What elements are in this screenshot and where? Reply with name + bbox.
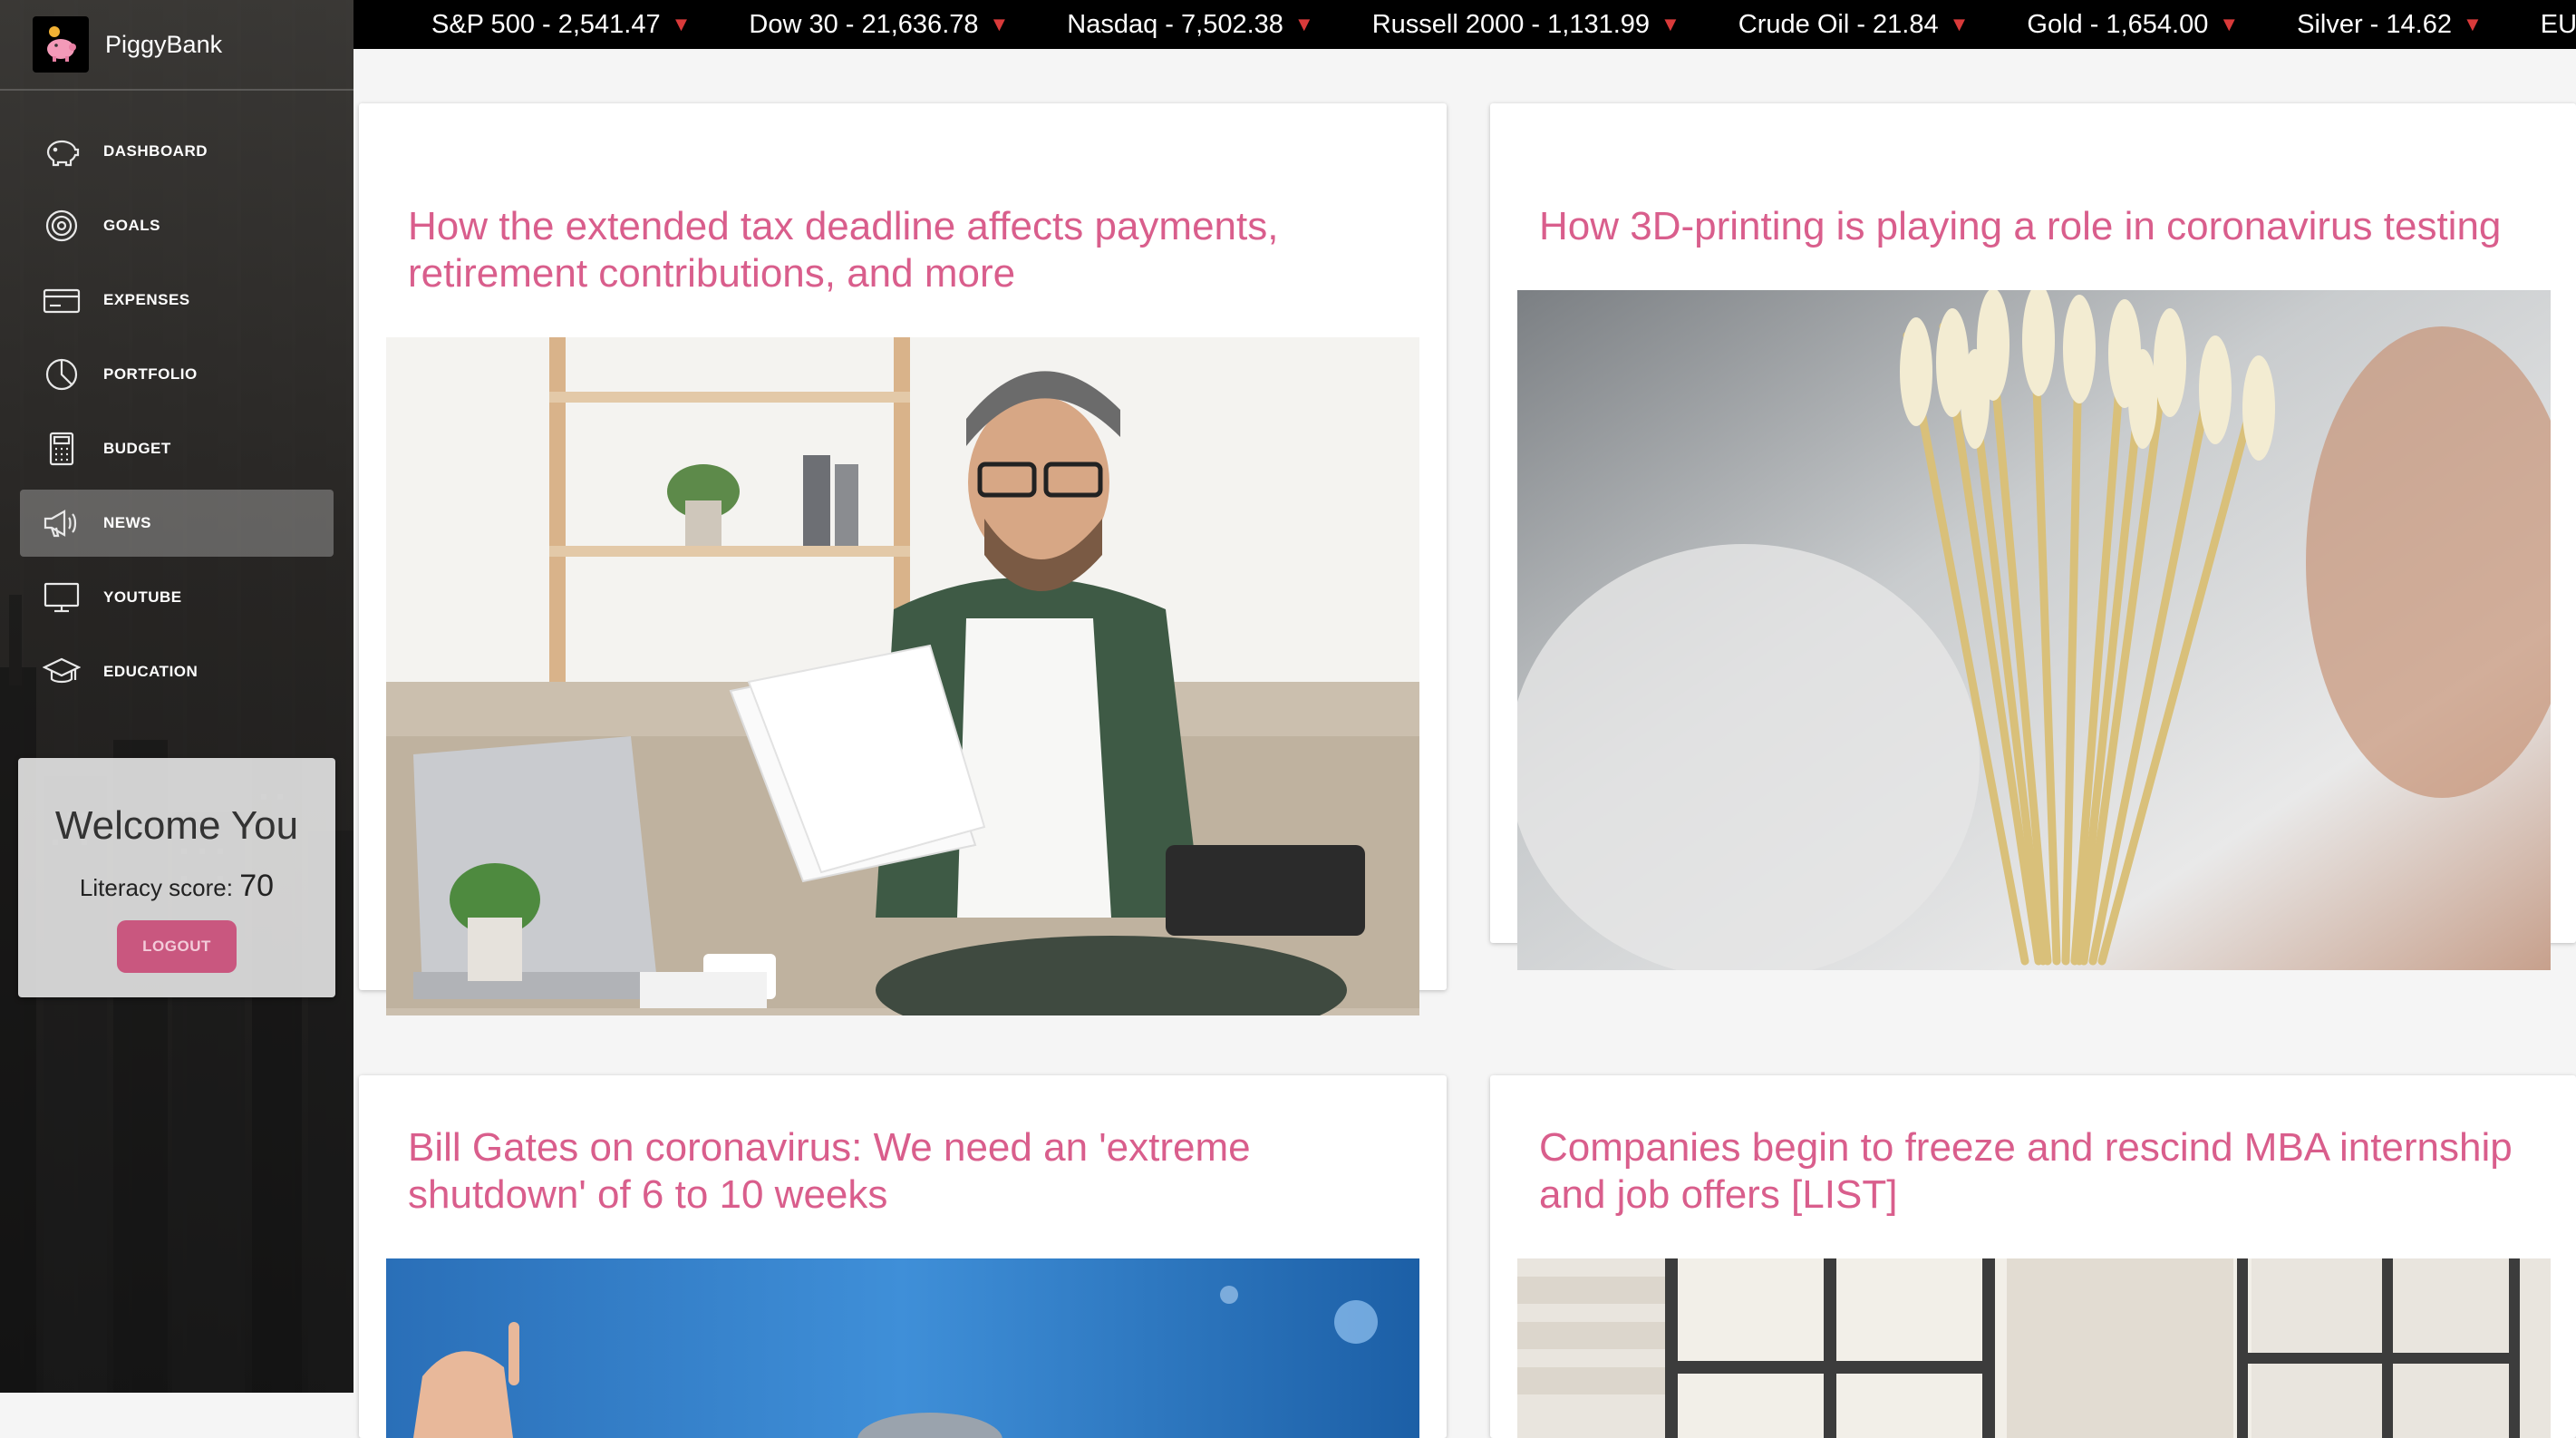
ticker-text: Dow 30 - 21,636.78 — [749, 9, 979, 39]
ticker-text: Crude Oil - 21.84 — [1738, 9, 1939, 39]
sidebar-item-label: GOALS — [103, 217, 160, 234]
news-card[interactable]: Bill Gates on coronavirus: We need an 'e… — [359, 1075, 1447, 1438]
down-arrow-icon: ▼ — [1293, 13, 1314, 35]
market-ticker: S&P 500 - 2,541.47 ▼ Dow 30 - 21,636.78 … — [353, 0, 2576, 49]
down-arrow-icon: ▼ — [671, 13, 692, 35]
sidebar-item-dashboard[interactable]: DASHBOARD — [20, 118, 334, 185]
welcome-title: Welcome You — [54, 803, 299, 848]
ticker-text: Gold - 1,654.00 — [2027, 9, 2209, 39]
news-feed: How the extended tax deadline affects pa… — [353, 49, 2576, 1438]
news-title[interactable]: How 3D-printing is playing a role in cor… — [1539, 203, 2540, 250]
sidebar-item-label: DASHBOARD — [103, 142, 208, 160]
sidebar-item-news[interactable]: NEWS — [20, 490, 334, 557]
sidebar-nav: DASHBOARD GOALS EXPENSES PORTFOLIO BUDGE… — [0, 118, 353, 705]
ticker-item[interactable]: Gold - 1,654.00 ▼ — [2027, 10, 2239, 40]
graduation-cap-icon — [42, 654, 82, 690]
news-image-office-window[interactable] — [1517, 1258, 2551, 1438]
ticker-item[interactable]: EUR/USD — [2541, 10, 2576, 40]
sidebar-item-label: BUDGET — [103, 440, 171, 457]
ticker-item[interactable]: S&P 500 - 2,541.47 ▼ — [431, 10, 691, 40]
brand-header[interactable]: PiggyBank — [0, 0, 353, 91]
piggy-bank-icon — [42, 133, 82, 170]
sidebar-item-label: EXPENSES — [103, 291, 190, 308]
ticker-item[interactable]: Nasdaq - 7,502.38 ▼ — [1067, 10, 1313, 40]
ticker-item[interactable]: Silver - 14.62 ▼ — [2297, 10, 2483, 40]
target-icon — [42, 208, 82, 244]
piggy-bank-logo-icon — [33, 16, 89, 73]
news-card[interactable]: How 3D-printing is playing a role in cor… — [1490, 103, 2576, 970]
monitor-icon — [42, 579, 82, 616]
sidebar-item-budget[interactable]: BUDGET — [20, 415, 334, 482]
news-title[interactable]: How the extended tax deadline affects pa… — [408, 203, 1410, 297]
calculator-icon — [42, 431, 82, 467]
sidebar-item-label: EDUCATION — [103, 663, 199, 680]
brand-name: PiggyBank — [105, 30, 223, 58]
megaphone-icon — [42, 505, 82, 541]
news-image-man-reviewing-tax-papers[interactable] — [386, 337, 1419, 1015]
ticker-text: Russell 2000 - 1,131.99 — [1371, 9, 1651, 39]
news-image-speaker-on-stage[interactable] — [386, 1258, 1419, 1438]
literacy-score: Literacy score: 70 — [18, 869, 335, 904]
down-arrow-icon: ▼ — [1661, 13, 1680, 35]
pie-chart-icon — [42, 356, 82, 393]
news-title[interactable]: Companies begin to freeze and rescind MB… — [1539, 1124, 2540, 1219]
ticker-item[interactable]: Dow 30 - 21,636.78 ▼ — [749, 10, 1009, 40]
ticker-text: Nasdaq - 7,502.38 — [1067, 9, 1283, 39]
sidebar-item-portfolio[interactable]: PORTFOLIO — [20, 341, 334, 408]
news-card[interactable]: How the extended tax deadline affects pa… — [359, 103, 1447, 1015]
sidebar-item-youtube[interactable]: YOUTUBE — [20, 564, 334, 631]
ticker-item[interactable]: Crude Oil - 21.84 ▼ — [1738, 10, 1970, 40]
sidebar-item-label: NEWS — [103, 514, 151, 531]
down-arrow-icon: ▼ — [989, 13, 1010, 35]
ticker-item[interactable]: Russell 2000 - 1,131.99 ▼ — [1372, 10, 1680, 40]
news-title[interactable]: Bill Gates on coronavirus: We need an 'e… — [408, 1124, 1410, 1219]
sidebar-item-education[interactable]: EDUCATION — [20, 638, 334, 705]
down-arrow-icon: ▼ — [1949, 13, 1970, 35]
ticker-text: Silver - 14.62 — [2297, 9, 2452, 39]
news-image-test-swabs[interactable] — [1517, 290, 2551, 970]
credit-card-icon — [42, 282, 82, 318]
down-arrow-icon: ▼ — [2462, 13, 2483, 35]
ticker-text: S&P 500 - 2,541.47 — [431, 9, 661, 39]
literacy-score-value: 70 — [239, 869, 275, 903]
logout-button[interactable]: LOGOUT — [117, 920, 237, 973]
welcome-panel: Welcome You Literacy score: 70 LOGOUT — [18, 758, 335, 997]
sidebar-item-label: YOUTUBE — [103, 588, 182, 606]
ticker-text: EUR/USD — [2540, 9, 2576, 39]
sidebar-item-goals[interactable]: GOALS — [20, 192, 334, 259]
ticker-track: S&P 500 - 2,541.47 ▼ Dow 30 - 21,636.78 … — [431, 0, 2576, 49]
sidebar-item-label: PORTFOLIO — [103, 365, 198, 383]
sidebar: PiggyBank DASHBOARD GOALS EXPENSES PORTF… — [0, 0, 353, 1393]
news-card[interactable]: Companies begin to freeze and rescind MB… — [1490, 1075, 2576, 1438]
down-arrow-icon: ▼ — [2219, 13, 2240, 35]
literacy-score-label: Literacy score: — [79, 874, 233, 901]
sidebar-item-expenses[interactable]: EXPENSES — [20, 267, 334, 334]
